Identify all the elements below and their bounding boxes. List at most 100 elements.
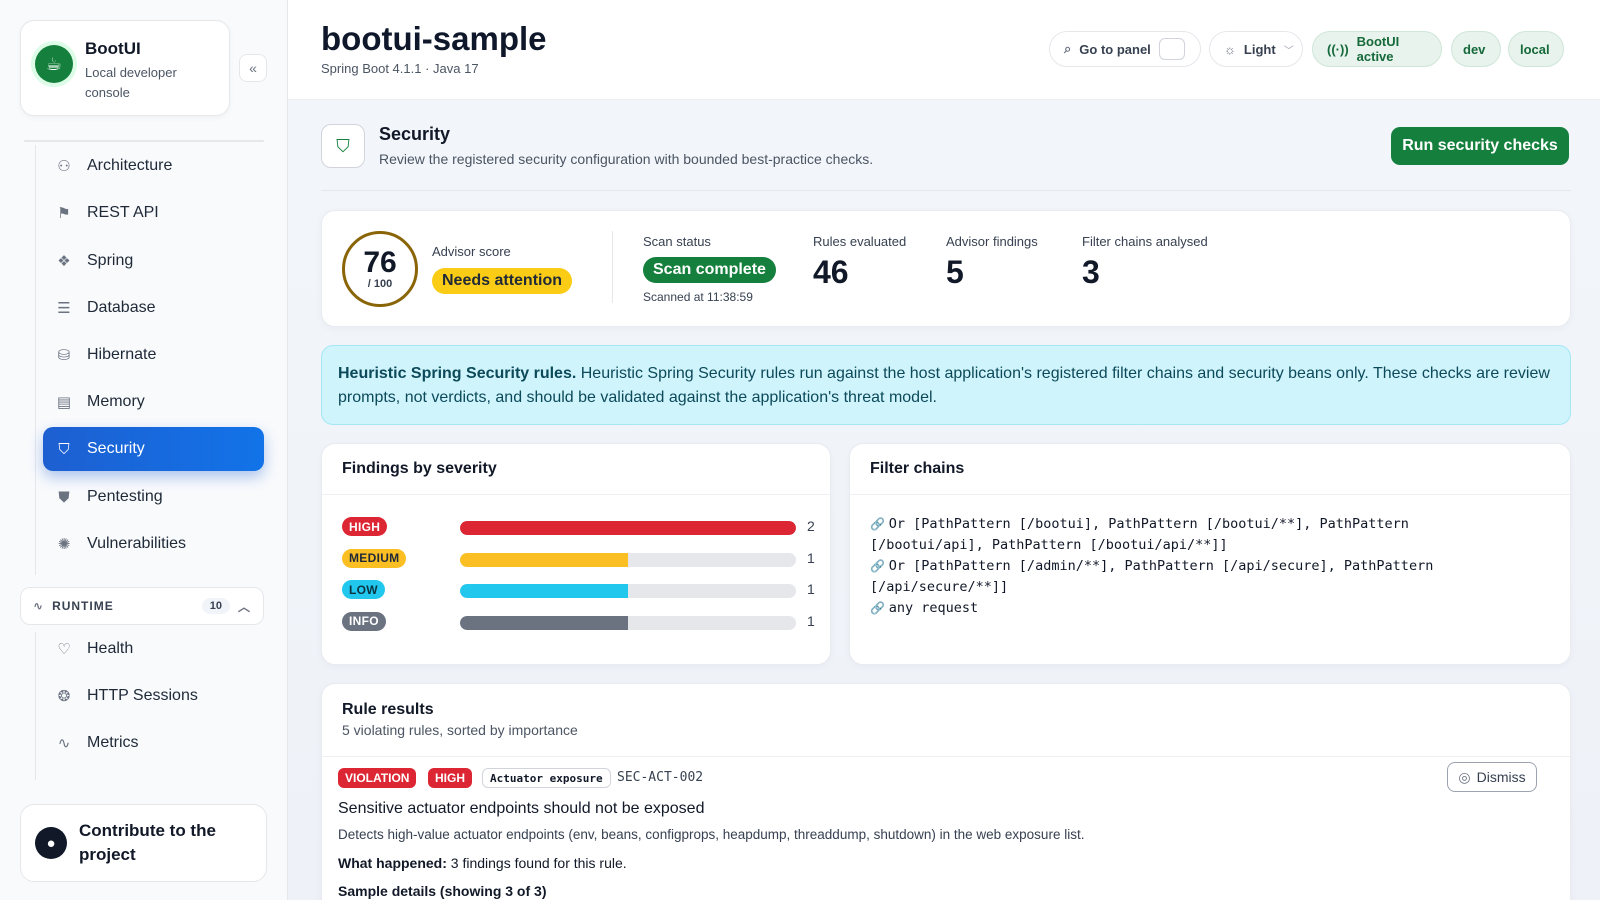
severity-bar-track (460, 615, 796, 630)
rules-evaluated-label: Rules evaluated (813, 234, 907, 249)
go-to-panel-button[interactable]: ⌕ Go to panel (1049, 31, 1201, 67)
app-meta: Spring Boot 4.1.1 · Java 17 (321, 61, 479, 76)
search-icon: ⌕ (1064, 41, 1072, 56)
filter-chain-line: [/api/secure/**]] (870, 579, 1009, 595)
category-tag: Actuator exposure (482, 768, 611, 788)
theme-select[interactable]: ☼ Light ﹀ (1209, 31, 1303, 67)
main-content: bootui-sample Spring Boot 4.1.1 · Java 1… (288, 0, 1600, 900)
sidebar-item-pentesting[interactable]: ⛊ Pentesting (43, 475, 264, 519)
chevron-down-icon: ﹀ (1283, 45, 1294, 57)
app-name: bootui-sample (321, 20, 547, 57)
rule-results-title: Rule results (342, 701, 434, 718)
link-icon: 🔗 (870, 559, 889, 573)
sidebar-item-spring[interactable]: ❖ Spring (43, 239, 264, 283)
sidebar-item-rest-api[interactable]: ⚑ REST API (43, 191, 264, 235)
needs-attention-badge: Needs attention (432, 268, 573, 294)
topbar: bootui-sample Spring Boot 4.1.1 · Java 1… (288, 0, 1600, 100)
rule-what-happened: What happened: 3 findings found for this… (338, 855, 627, 871)
sun-icon: ☼ (1224, 41, 1236, 57)
nav-group-line (35, 145, 36, 575)
bug-icon: ✺ (57, 536, 71, 553)
link-icon: 🔗 (870, 517, 889, 531)
brand-card[interactable]: ☕ BootUI Local developer console (20, 20, 230, 116)
filter-chains-card: Filter chains 🔗 Or [PathPattern [/bootui… (849, 443, 1571, 665)
scanned-at: Scanned at 11:38:59 (643, 290, 753, 304)
sidebar-item-metrics[interactable]: ∿ Metrics (43, 721, 264, 765)
runtime-count-badge: 10 (201, 598, 230, 614)
info-bold: Heuristic Spring Security rules. (338, 365, 577, 382)
sidebar-item-hibernate[interactable]: ⛁ Hibernate (43, 333, 264, 377)
rule-description: Detects high-value actuator endpoints (e… (338, 827, 1085, 842)
sidebar-item-architecture[interactable]: ⚇ Architecture (43, 144, 264, 188)
high-severity-tag: HIGH (428, 768, 472, 788)
eye-off-icon: ◎ (1458, 768, 1471, 785)
severity-bar-fill (460, 615, 628, 630)
runtime-group-line (35, 632, 36, 780)
activity-icon: ∿ (57, 735, 71, 752)
filter-chain-line: 🔗 Or [PathPattern [/bootui], PathPattern… (870, 516, 1409, 532)
sidebar-item-vulnerabilities[interactable]: ✺ Vulnerabilities (43, 522, 264, 566)
dismiss-button[interactable]: ◎ Dismiss (1447, 762, 1537, 792)
severity-count: 1 (807, 581, 815, 597)
section-header: ⛉ Security Review the registered securit… (321, 118, 1571, 172)
rule-results-card: Rule results 5 violating rules, sorted b… (321, 683, 1571, 900)
activity-icon: ∿ (33, 599, 45, 613)
contribute-link[interactable]: ● Contribute to the project (20, 804, 267, 882)
memory-icon: ▤ (56, 394, 72, 411)
shield-alert-icon: ⛊ (58, 488, 70, 506)
sidebar-item-health[interactable]: ♡ Health (43, 627, 264, 671)
severity-badge: LOW (342, 580, 385, 599)
severity-bar-fill (460, 521, 796, 535)
shortcut-key (1158, 38, 1185, 60)
rule-results-subtitle: 5 violating rules, sorted by importance (342, 722, 578, 738)
sidebar-item-security[interactable]: ⛉ Security (43, 427, 264, 471)
severity-row: HIGH 2 (342, 517, 815, 537)
filter-chains-value: 3 (1082, 254, 1100, 290)
runtime-group-header[interactable]: ∿ RUNTIME 10 ︿ (20, 587, 264, 625)
sidebar-item-http-sessions[interactable]: ❂ HTTP Sessions (43, 674, 264, 718)
collapse-sidebar-button[interactable]: « (239, 54, 267, 82)
profile-local-badge: local (1508, 31, 1564, 67)
cookie-icon: ❂ (57, 688, 71, 705)
severity-card: Findings by severity HIGH 2 MEDIUM 1 LOW 1 INF… (321, 443, 831, 665)
sidebar-item-database[interactable]: ☰ Database (43, 286, 264, 330)
github-icon: ● (35, 827, 67, 859)
advisor-score-value: 76 (363, 246, 397, 279)
severity-badge: INFO (342, 611, 386, 631)
sidebar-item-memory[interactable]: ▤ Memory (43, 380, 264, 424)
rules-evaluated-value: 46 (813, 254, 849, 290)
filter-chain-list: 🔗 Or [PathPattern [/bootui], PathPattern… (870, 514, 1470, 619)
card-separator (322, 756, 1570, 757)
advisor-score-label: Advisor score (432, 244, 511, 259)
signpost-icon: ⚑ (57, 205, 71, 222)
severity-bar-fill (460, 584, 628, 598)
severity-count: 2 (807, 518, 815, 534)
severity-row: MEDIUM 1 (342, 548, 815, 569)
severity-row: LOW 1 (342, 580, 815, 600)
rule-sample-details: Sample details (showing 3 of 3) (338, 883, 547, 899)
cubes-icon: ❖ (57, 253, 71, 270)
run-security-checks-button[interactable]: Run security checks (1391, 127, 1569, 165)
heart-pulse-icon: ♡ (57, 641, 71, 658)
advisor-score-ring: 76 / 100 (342, 231, 418, 307)
severity-bar-track (460, 521, 796, 535)
filter-chains-title: Filter chains (870, 460, 965, 477)
sitemap-icon: ⚇ (57, 158, 71, 175)
contribute-text: Contribute to the project (79, 821, 216, 864)
severity-badge: HIGH (342, 517, 388, 536)
summary-divider (612, 231, 613, 303)
runtime-label: RUNTIME (52, 599, 114, 613)
bootui-active-badge: ((·)) BootUI active (1312, 31, 1442, 67)
brand-subtitle: Local developer console (85, 65, 177, 100)
filter-chain-line: 🔗 Or [PathPattern [/admin/**], PathPatte… (870, 558, 1434, 574)
broadcast-icon: ((·)) (1327, 41, 1349, 57)
filter-chain-line: [/bootui/api], PathPattern [/bootui/api/… (870, 537, 1228, 553)
severity-title: Findings by severity (342, 460, 497, 477)
chevrons-left-icon: « (249, 60, 257, 76)
severity-bar-track (460, 584, 796, 598)
coffee-cup-icon: ☕ (35, 45, 73, 83)
summary-card: 76 / 100 Advisor score Needs attention S… (321, 210, 1571, 327)
sidebar-divider (24, 140, 264, 142)
severity-bar-track (460, 552, 796, 567)
chevron-up-icon: ︿ (237, 599, 251, 614)
